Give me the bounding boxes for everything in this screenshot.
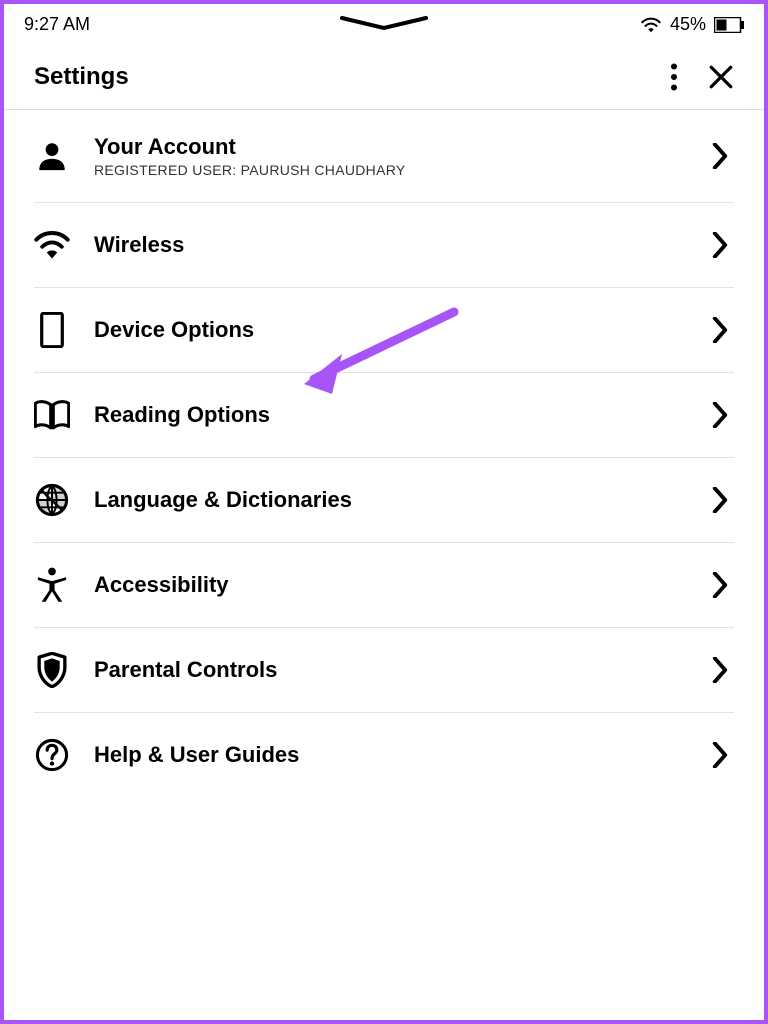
item-content: Reading Options (94, 402, 706, 428)
item-content: Help & User Guides (94, 742, 706, 768)
settings-item-language[interactable]: Language & Dictionaries (34, 458, 734, 543)
item-title: Help & User Guides (94, 742, 706, 768)
battery-percent-label: 45% (670, 14, 706, 35)
item-title: Your Account (94, 134, 706, 160)
wifi-icon (640, 16, 662, 34)
item-subtitle: REGISTERED USER: PAURUSH CHAUDHARY (94, 162, 706, 178)
chevron-right-icon (706, 231, 734, 259)
chevron-right-icon (706, 401, 734, 429)
page-title: Settings (34, 63, 129, 91)
accessibility-icon (34, 567, 70, 603)
chevron-right-icon (706, 571, 734, 599)
item-content: Your Account REGISTERED USER: PAURUSH CH… (94, 134, 706, 178)
settings-item-wireless[interactable]: Wireless (34, 203, 734, 288)
settings-item-accessibility[interactable]: Accessibility (34, 543, 734, 628)
book-icon (34, 397, 70, 433)
wifi-icon (34, 227, 70, 263)
header-actions (670, 63, 734, 91)
status-right: 45% (640, 14, 744, 35)
shield-icon (34, 652, 70, 688)
item-title: Accessibility (94, 572, 706, 598)
header: Settings (4, 45, 764, 110)
settings-item-reading-options[interactable]: Reading Options (34, 373, 734, 458)
item-content: Language & Dictionaries (94, 487, 706, 513)
chevron-right-icon (706, 486, 734, 514)
settings-item-device-options[interactable]: Device Options (34, 288, 734, 373)
chevron-right-icon (706, 656, 734, 684)
chevron-right-icon (706, 142, 734, 170)
item-content: Parental Controls (94, 657, 706, 683)
globe-icon (34, 482, 70, 518)
item-title: Parental Controls (94, 657, 706, 683)
item-content: Wireless (94, 232, 706, 258)
close-icon[interactable] (708, 64, 734, 90)
settings-list: Your Account REGISTERED USER: PAURUSH CH… (4, 110, 764, 797)
settings-item-help[interactable]: Help & User Guides (34, 713, 734, 797)
item-title: Wireless (94, 232, 706, 258)
item-title: Language & Dictionaries (94, 487, 706, 513)
device-icon (34, 312, 70, 348)
chevron-right-icon (706, 741, 734, 769)
pulldown-indicator[interactable] (334, 16, 434, 32)
item-content: Device Options (94, 317, 706, 343)
item-title: Device Options (94, 317, 706, 343)
help-icon (34, 737, 70, 773)
battery-icon (714, 17, 744, 33)
more-options-icon[interactable] (670, 63, 678, 91)
item-title: Reading Options (94, 402, 706, 428)
chevron-right-icon (706, 316, 734, 344)
settings-item-parental-controls[interactable]: Parental Controls (34, 628, 734, 713)
status-time: 9:27 AM (24, 14, 90, 35)
settings-item-your-account[interactable]: Your Account REGISTERED USER: PAURUSH CH… (34, 110, 734, 203)
item-content: Accessibility (94, 572, 706, 598)
account-icon (34, 138, 70, 174)
